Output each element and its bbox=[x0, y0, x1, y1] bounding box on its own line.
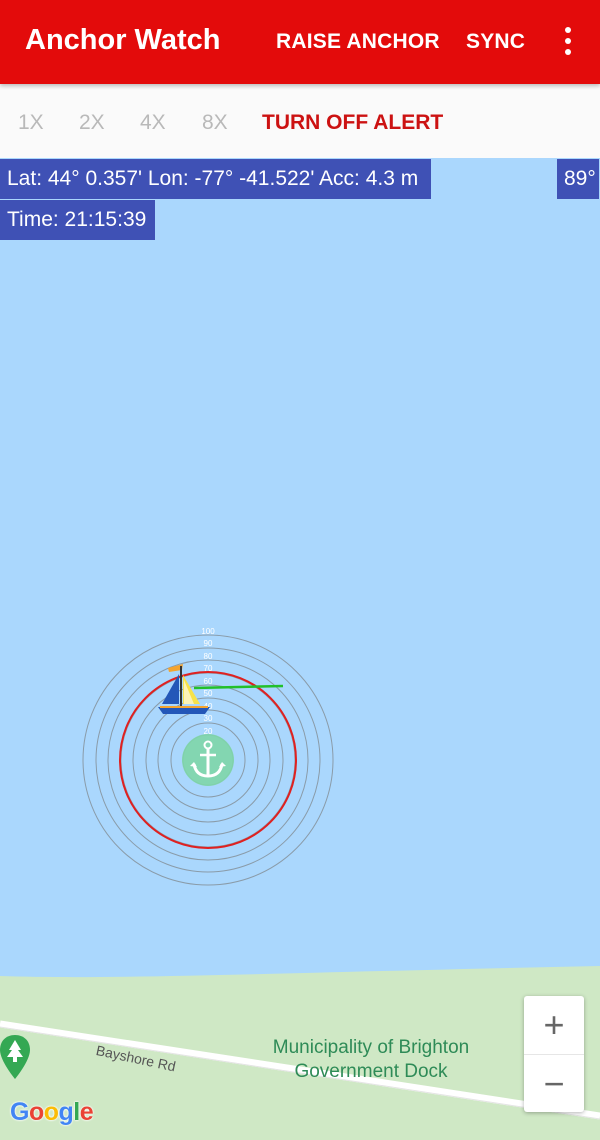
ring-label: 50 bbox=[204, 689, 213, 698]
ring-label: 100 bbox=[201, 627, 215, 636]
park-pin-icon[interactable] bbox=[0, 1035, 30, 1079]
zoom-4x-button[interactable]: 4X bbox=[140, 111, 166, 135]
raise-anchor-button[interactable]: RAISE ANCHOR bbox=[276, 30, 440, 54]
turn-off-alert-button[interactable]: TURN OFF ALERT bbox=[262, 111, 443, 135]
time-readout: Time: 21:15:39 bbox=[0, 200, 155, 240]
map-zoom-in-button[interactable]: + bbox=[524, 996, 584, 1054]
google-logo: Google bbox=[10, 1098, 94, 1126]
ring-label: 30 bbox=[204, 714, 213, 723]
map-canvas: 100 90 80 70 60 50 40 30 20 bbox=[0, 158, 600, 1140]
zoom-level-bar: 1X 2X 4X 8X TURN OFF ALERT bbox=[0, 84, 600, 158]
heading-readout: 89° bbox=[557, 159, 599, 199]
anchor-icon bbox=[182, 734, 234, 786]
poi-label[interactable]: Municipality of Brighton Government Dock bbox=[255, 1036, 487, 1084]
app-title: Anchor Watch bbox=[25, 24, 221, 56]
ring-label: 70 bbox=[204, 664, 213, 673]
zoom-1x-button[interactable]: 1X bbox=[18, 111, 44, 135]
ring-label: 90 bbox=[204, 639, 213, 648]
map-zoom-control: + − bbox=[524, 996, 584, 1112]
overflow-menu-icon[interactable] bbox=[553, 26, 583, 56]
zoom-2x-button[interactable]: 2X bbox=[79, 111, 105, 135]
map-view[interactable]: 100 90 80 70 60 50 40 30 20 bbox=[0, 158, 600, 1140]
zoom-8x-button[interactable]: 8X bbox=[202, 111, 228, 135]
sync-button[interactable]: SYNC bbox=[466, 30, 525, 54]
ring-label: 60 bbox=[204, 677, 213, 686]
map-zoom-out-button[interactable]: − bbox=[524, 1054, 584, 1113]
position-readout: Lat: 44° 0.357' Lon: -77° -41.522' Acc: … bbox=[0, 159, 431, 199]
ring-label: 80 bbox=[204, 652, 213, 661]
app-bar: Anchor Watch RAISE ANCHOR SYNC bbox=[0, 0, 600, 84]
